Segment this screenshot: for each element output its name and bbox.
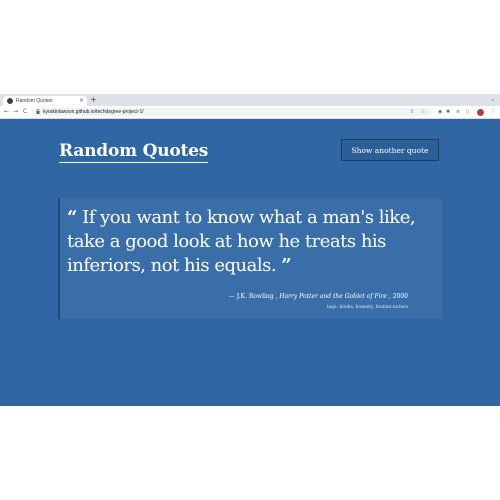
- tab-title: Random Quotes: [16, 98, 53, 104]
- new-tab-button[interactable]: +: [90, 95, 97, 105]
- address-bar[interactable]: kyrakinlawson.github.io/techdegree-proje…: [32, 108, 432, 116]
- tab-random-quotes[interactable]: Random Quotes ×: [3, 96, 87, 106]
- puzzle-extensions-icon[interactable]: ✱: [446, 108, 450, 116]
- browser-menu-icon[interactable]: ⋮: [490, 108, 496, 116]
- side-panel-icon[interactable]: ▯: [466, 108, 469, 116]
- open-quote-mark: “: [67, 207, 77, 228]
- share-icon[interactable]: ⇪: [410, 108, 414, 116]
- github-favicon-icon: [7, 98, 13, 104]
- browser-toolbar: ← → C kyrakinlawson.github.io/techdegree…: [0, 106, 500, 119]
- quote-card: “ If you want to know what a man's like,…: [58, 198, 442, 319]
- attribution-dash: —: [228, 293, 237, 300]
- page-title: Random Quotes: [59, 141, 209, 163]
- media-control-icon[interactable]: ≡: [456, 108, 460, 116]
- quote-tags: tags: books, honesty, human-nature: [326, 305, 408, 310]
- close-quote-mark: ”: [281, 255, 292, 276]
- tab-close-icon[interactable]: ×: [79, 96, 84, 106]
- quote-block: “ If you want to know what a man's like,…: [67, 206, 437, 278]
- url-text: kyrakinlawson.github.io/techdegree-proje…: [43, 109, 144, 115]
- quote-text: If you want to know what a man's like, t…: [67, 207, 416, 276]
- extension-icon[interactable]: ◉: [438, 108, 442, 116]
- bookmark-star-icon[interactable]: ☆: [421, 108, 425, 116]
- tab-bar: Random Quotes × + ⌄: [0, 94, 500, 106]
- page-content: Random Quotes Show another quote “ If yo…: [0, 119, 500, 406]
- quote-source: J.K. Rowling: [236, 293, 274, 300]
- browser-window: Random Quotes × + ⌄ ← → C kyrakinlawson.…: [0, 94, 500, 406]
- tab-search-icon[interactable]: ⌄: [490, 95, 495, 105]
- quote-attribution: — J.K. Rowling , Harry Potter and the Go…: [228, 293, 408, 300]
- quote-citation: Harry Potter and the Goblet of Fire: [279, 293, 387, 300]
- lock-icon: [36, 109, 40, 114]
- back-icon[interactable]: ←: [4, 106, 9, 118]
- quote-year: 2000: [392, 293, 408, 300]
- reload-icon[interactable]: C: [23, 106, 27, 118]
- forward-icon[interactable]: →: [13, 106, 18, 118]
- show-another-quote-button[interactable]: Show another quote: [341, 139, 439, 161]
- profile-avatar[interactable]: [477, 109, 484, 116]
